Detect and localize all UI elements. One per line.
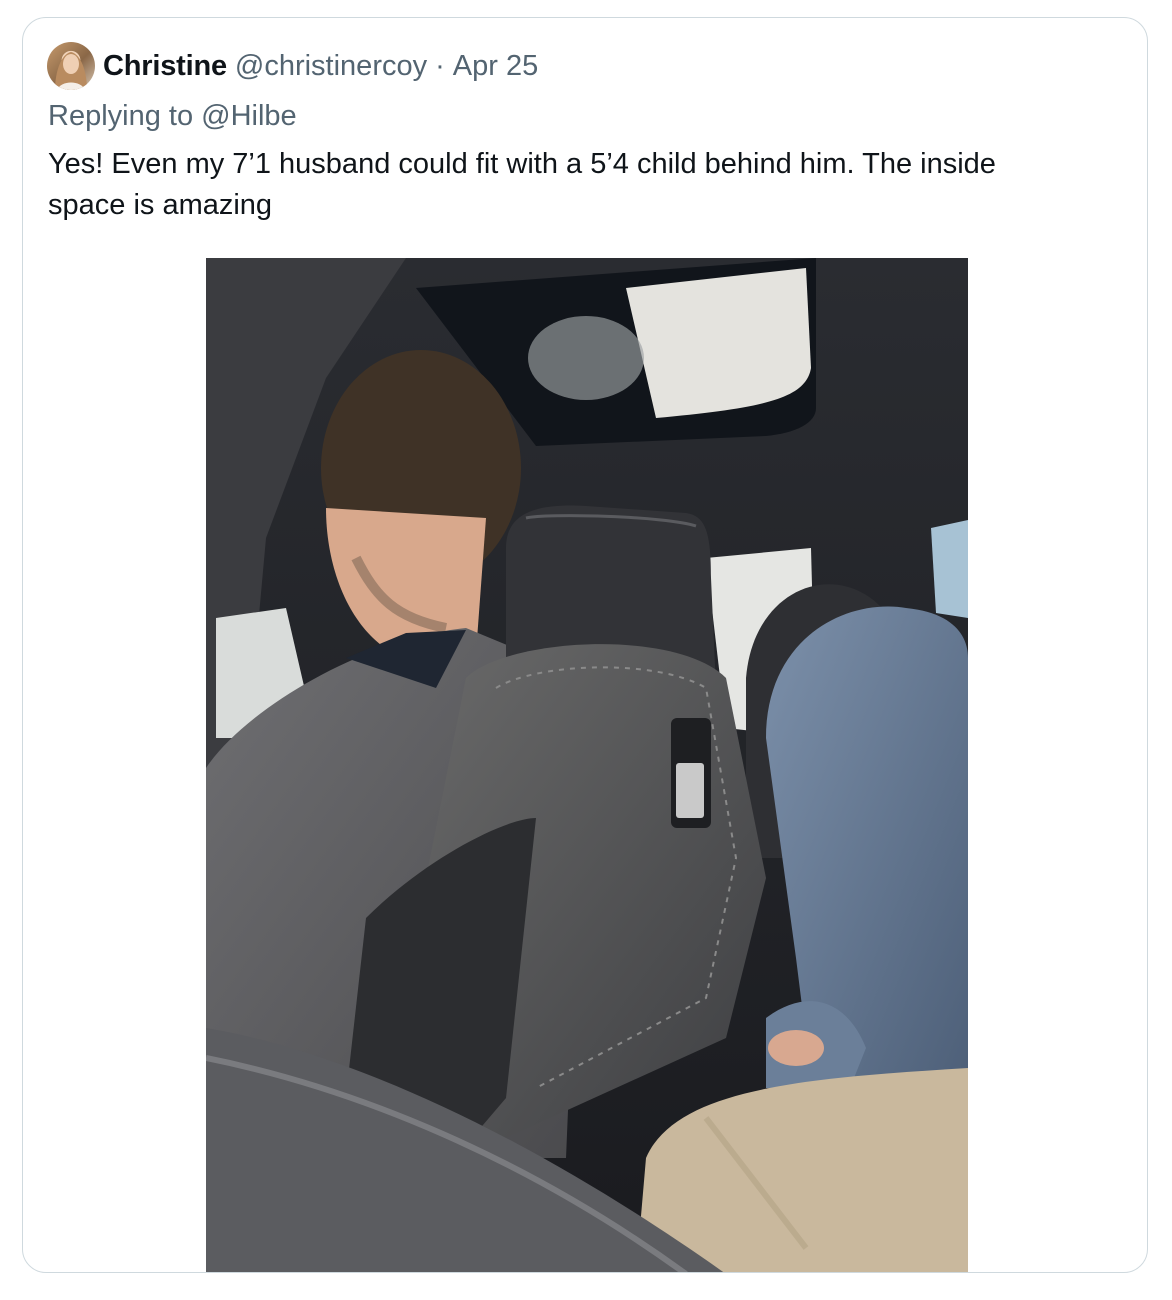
tweet-photo[interactable] [206, 258, 968, 1272]
author-name[interactable]: Christine [103, 50, 227, 83]
avatar-image [55, 52, 87, 90]
author-handle[interactable]: @christinercoy [235, 50, 427, 83]
tweet-date[interactable]: Apr 25 [453, 50, 538, 83]
avatar[interactable] [47, 42, 95, 90]
separator-dot: · [435, 49, 445, 82]
tweet-card[interactable]: Christine @christinercoy · Apr 25 Replyi… [22, 17, 1148, 1273]
tweet-text: Yes! Even my 7’1 husband could fit with … [48, 148, 996, 221]
replying-to[interactable]: Replying to @Hilbe [48, 100, 297, 133]
car-interior-photo [206, 258, 968, 1272]
tweet-header: Christine @christinercoy · Apr 25 [47, 42, 538, 90]
